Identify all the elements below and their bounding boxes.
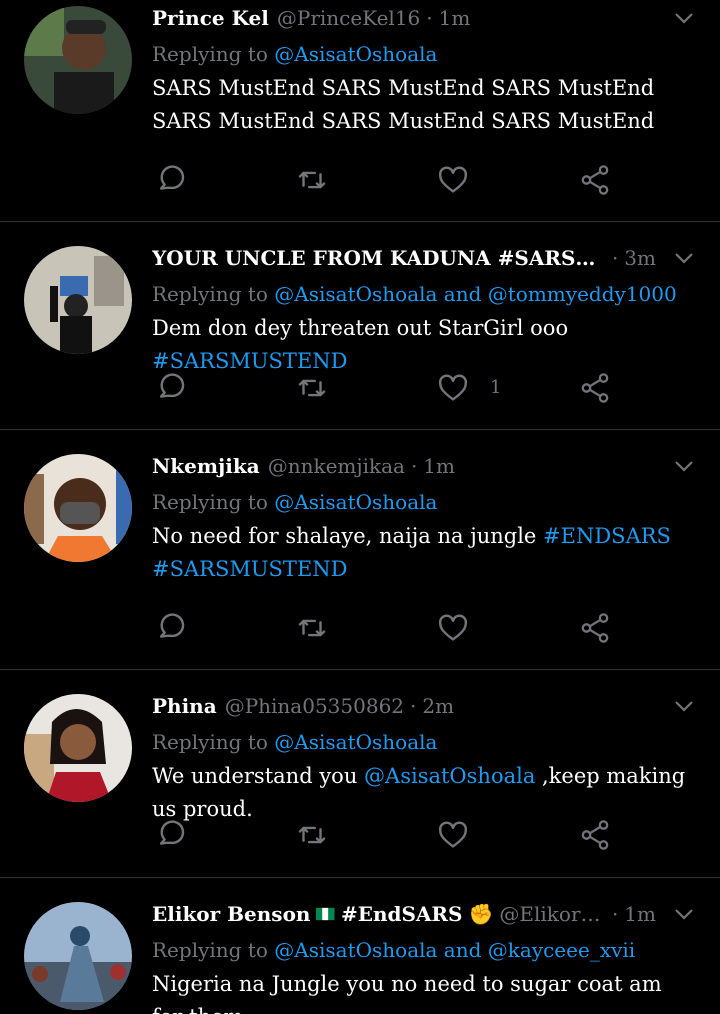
reply-icon[interactable] (154, 371, 188, 405)
like-count: 1 (490, 377, 502, 398)
replying-prefix: Replying to (152, 490, 268, 514)
tweet-text: Nigeria na Jungle you no need to sugar c… (152, 972, 662, 1014)
hashtag-link[interactable]: #SARSMUSTEND (152, 557, 347, 581)
mention-link[interactable]: @AsisatOshoala (364, 764, 535, 788)
replying-to: Replying to @AsisatOshoala and @tommyedd… (152, 276, 696, 312)
separator-dot: · (611, 246, 619, 270)
tweet-text: We understand you @AsisatOshoala ,keep m… (152, 760, 696, 826)
tweet-text: No need for shalaye, naija na jungle #EN… (152, 520, 696, 586)
chevron-down-icon[interactable] (672, 6, 696, 30)
timestamp[interactable]: 1m (423, 454, 455, 478)
replying-prefix: Replying to (152, 938, 268, 962)
display-name[interactable]: Elikor Benson (152, 902, 310, 926)
timestamp[interactable]: 3m (624, 246, 656, 270)
replying-to: Replying to @AsisatOshoala (152, 36, 696, 72)
hashtag-link[interactable]: #SARSMUSTEND (152, 349, 347, 373)
avatar[interactable] (24, 6, 132, 114)
nigeria-flag-icon (316, 907, 335, 921)
display-name[interactable]: YOUR UNCLE FROM KADUNA #SARSMUSTEND ... (152, 246, 606, 270)
timestamp[interactable]: 2m (422, 694, 454, 718)
replying-prefix: Replying to (152, 730, 268, 754)
username[interactable]: @PrinceKel16 (277, 6, 420, 30)
replying-to: Replying to @AsisatOshoala (152, 484, 696, 520)
mention-link[interactable]: @AsisatOshoala (274, 938, 437, 962)
mention-link[interactable]: @AsisatOshoala (274, 490, 437, 514)
tweet-header: Elikor Benson #EndSARS ✊ @ElikorBens... … (152, 896, 696, 932)
retweet-icon[interactable] (295, 163, 329, 197)
mention-conjunction: and (443, 282, 482, 306)
tweet-text-plain: Dem don dey threaten out StarGirl ooo (152, 316, 569, 340)
tweet-header: Phina @Phina05350862 · 2m (152, 688, 696, 724)
replying-to: Replying to @AsisatOshoala (152, 724, 696, 760)
avatar[interactable] (24, 902, 132, 1010)
tweet-item[interactable]: Elikor Benson #EndSARS ✊ @ElikorBens... … (0, 878, 720, 1014)
retweet-icon[interactable] (295, 371, 329, 405)
separator-dot: · (410, 454, 418, 478)
retweet-icon[interactable] (295, 611, 329, 645)
tweet-header: Prince Kel @PrinceKel16 · 1m (152, 0, 696, 36)
avatar[interactable] (24, 694, 132, 802)
share-icon[interactable] (578, 371, 612, 405)
share-icon[interactable] (578, 163, 612, 197)
raised-fist-icon: ✊ (468, 902, 494, 926)
chevron-down-icon[interactable] (672, 694, 696, 718)
like-icon[interactable] (436, 818, 470, 852)
tweet-actions (154, 611, 624, 651)
tweet-text-plain: We understand you (152, 764, 365, 788)
separator-dot: · (426, 6, 433, 30)
tweet-text-plain: No need for shalaye, naija na jungle (152, 524, 544, 548)
chevron-down-icon[interactable] (672, 454, 696, 478)
tweet-actions: 1 (154, 371, 624, 411)
username[interactable]: @ElikorBens... (499, 902, 606, 926)
reply-icon[interactable] (154, 611, 188, 645)
username[interactable]: @Phina05350862 (225, 694, 404, 718)
mention-conjunction: and (443, 938, 482, 962)
tweet-actions (154, 163, 624, 203)
like-icon[interactable] (436, 611, 470, 645)
avatar[interactable] (24, 454, 132, 562)
hashtag-link[interactable]: #ENDSARS (543, 524, 671, 548)
separator-dot: · (611, 902, 619, 926)
mention-link[interactable]: @AsisatOshoala (274, 42, 437, 66)
chevron-down-icon[interactable] (672, 246, 696, 270)
like-icon[interactable] (436, 163, 470, 197)
mention-link[interactable]: @AsisatOshoala (274, 282, 437, 306)
mention-link[interactable]: @AsisatOshoala (274, 730, 437, 754)
reply-icon[interactable] (154, 818, 188, 852)
display-name[interactable]: Prince Kel (152, 6, 269, 30)
tweet-text: Dem don dey threaten out StarGirl ooo #S… (152, 312, 696, 378)
share-icon[interactable] (578, 818, 612, 852)
display-name[interactable]: Nkemjika (152, 454, 260, 478)
avatar[interactable] (24, 246, 132, 354)
timestamp[interactable]: 1m (624, 902, 656, 926)
replying-prefix: Replying to (152, 282, 268, 306)
retweet-icon[interactable] (295, 818, 329, 852)
timestamp[interactable]: 1m (439, 6, 471, 30)
tweet-header: YOUR UNCLE FROM KADUNA #SARSMUSTEND ... … (152, 240, 696, 276)
chevron-down-icon[interactable] (672, 902, 696, 926)
tweet-text: SARS MustEnd SARS MustEnd SARS MustEnd S… (152, 76, 655, 133)
mention-link[interactable]: @kayceee_xvii (488, 938, 635, 962)
replying-prefix: Replying to (152, 42, 268, 66)
separator-dot: · (410, 694, 417, 718)
share-icon[interactable] (578, 611, 612, 645)
display-name-hashtag: #EndSARS (340, 902, 463, 926)
replying-to: Replying to @AsisatOshoala and @kayceee_… (152, 932, 696, 968)
display-name[interactable]: Phina (152, 694, 217, 718)
mention-link[interactable]: @tommyeddy1000 (488, 282, 677, 306)
like-icon[interactable] (436, 371, 470, 405)
tweet-actions (154, 818, 624, 858)
tweet-header: Nkemjika @nnkemjikaa · 1m (152, 448, 696, 484)
reply-icon[interactable] (154, 163, 188, 197)
username[interactable]: @nnkemjikaa (268, 454, 405, 478)
